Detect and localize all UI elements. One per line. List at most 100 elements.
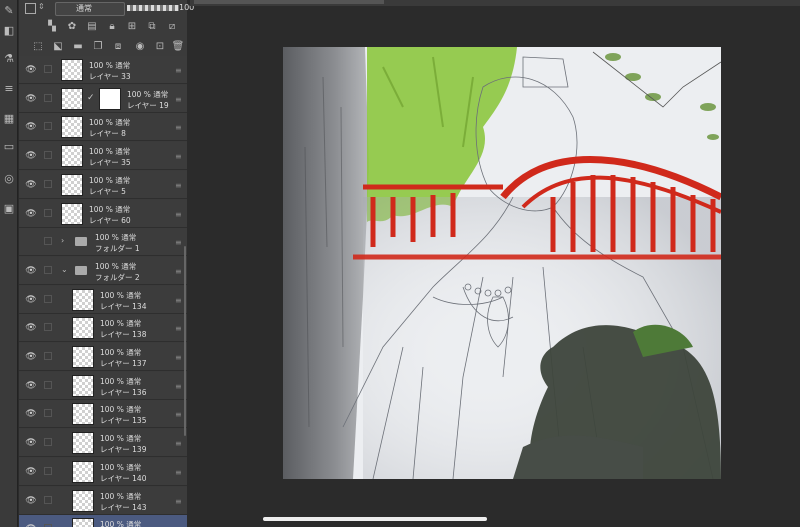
layer-row[interactable]: 👁︎ 100 % 通常 レイヤー 35 ≡ (19, 142, 187, 171)
visibility-eye-icon[interactable]: 👁︎ (25, 180, 37, 190)
new-vector-layer-icon[interactable]: ⬕ (51, 40, 65, 54)
document-tab[interactable] (194, 0, 384, 4)
visibility-eye-icon[interactable]: 👁︎ (25, 467, 37, 477)
material-icon[interactable]: ▣ (2, 202, 16, 216)
grid-tool-icon[interactable]: ▦ (2, 112, 16, 126)
visibility-eye-icon[interactable]: 👁︎ (25, 352, 37, 362)
chevron-updown-icon[interactable]: ⇕ (38, 2, 45, 11)
layer-row[interactable]: 👁︎ 100 % 通常 レイヤー 139 ≡ (19, 429, 187, 458)
layer-row[interactable]: 👁︎ 100 % 通常 レイヤー 5 ≡ (19, 170, 187, 199)
mask-enable-icon[interactable]: ⧉ (145, 20, 159, 34)
visibility-eye-icon[interactable]: 👁︎ (25, 496, 37, 506)
layer-row[interactable]: 👁︎100 % 通常レイヤー 152≡ (19, 515, 187, 527)
layer-row[interactable]: 👁︎ 100 % 通常 レイヤー 136 ≡ (19, 371, 187, 400)
layer-select-checkbox[interactable] (44, 93, 52, 102)
chevron-right-icon[interactable]: › (61, 236, 64, 245)
layer-row[interactable]: 👁︎ 100 % 通常 レイヤー 8 ≡ (19, 113, 187, 142)
layer-list-scrollbar[interactable] (184, 246, 186, 436)
layer-select-checkbox[interactable] (44, 294, 52, 303)
layer-color-square-icon[interactable] (25, 3, 36, 14)
layer-select-checkbox[interactable] (44, 438, 52, 447)
visibility-eye-icon[interactable] (25, 237, 37, 247)
layer-select-checkbox[interactable] (44, 179, 52, 188)
visibility-eye-icon[interactable]: 👁︎ (25, 151, 37, 161)
drag-handle-icon[interactable]: ≡ (175, 353, 182, 362)
layer-select-checkbox[interactable] (44, 323, 52, 332)
layer-select-checkbox[interactable] (44, 265, 52, 274)
layers-tool-icon[interactable]: ≡ (2, 82, 16, 96)
opacity-slider[interactable] (127, 5, 179, 11)
layer-folder-row[interactable]: 👁︎ ⌄ 100 % 通常 フォルダー 2 ≡ (19, 256, 187, 285)
chevron-down-icon[interactable]: ⌄ (61, 265, 68, 274)
drag-handle-icon[interactable]: ≡ (175, 410, 182, 419)
visibility-eye-icon[interactable]: 👁︎ (25, 65, 37, 75)
layer-row[interactable]: 👁︎ 100 % 通常 レイヤー 143 ≡ (19, 486, 187, 515)
new-raster-layer-icon[interactable]: ⬚ (31, 40, 45, 54)
visibility-eye-icon[interactable]: 👁︎ (25, 266, 37, 276)
ruler-enable-icon[interactable]: ⧄ (165, 20, 179, 34)
navigator-icon[interactable]: ▭ (2, 140, 16, 154)
drag-handle-icon[interactable]: ≡ (175, 468, 182, 477)
visibility-eye-icon[interactable]: 👁︎ (25, 122, 37, 132)
drag-handle-icon[interactable]: ≡ (175, 181, 182, 190)
color-wheel-icon[interactable]: ◎ (2, 172, 16, 186)
clip-lower-icon[interactable]: ▚ (45, 20, 59, 34)
new-folder-icon[interactable]: ▬ (71, 40, 85, 54)
home-indicator[interactable] (263, 517, 487, 521)
layer-select-checkbox[interactable] (44, 122, 52, 131)
drag-handle-icon[interactable]: ≡ (175, 123, 182, 132)
reference-layer-icon[interactable]: ✿ (65, 20, 79, 34)
apply-mask-icon[interactable]: ⊡ (153, 40, 167, 54)
layer-select-checkbox[interactable] (44, 466, 52, 475)
layer-row[interactable]: 👁︎ 100 % 通常 レイヤー 134 ≡ (19, 285, 187, 314)
layer-name: レイヤー 135 (100, 416, 147, 426)
layer-select-checkbox[interactable] (44, 151, 52, 160)
drag-handle-icon[interactable]: ≡ (175, 296, 182, 305)
layer-select-checkbox[interactable] (44, 352, 52, 360)
lock-icon[interactable]: 🔒︎ (105, 20, 119, 34)
drag-handle-icon[interactable]: ≡ (175, 439, 182, 448)
delete-layer-icon[interactable]: 🗑︎ (171, 40, 185, 54)
visibility-eye-icon[interactable]: 👁︎ (25, 94, 37, 104)
eraser-tool-icon[interactable]: ◧ (2, 24, 16, 38)
alpha-lock-icon[interactable]: ⊞ (125, 20, 139, 34)
drag-handle-icon[interactable]: ≡ (175, 210, 182, 219)
copy-layer-icon[interactable]: ❐ (91, 40, 105, 54)
visibility-eye-icon[interactable]: 👁︎ (25, 381, 37, 391)
visibility-eye-icon[interactable]: 👁︎ (25, 409, 37, 419)
drag-handle-icon[interactable]: ≡ (175, 267, 182, 276)
layer-select-checkbox[interactable] (44, 409, 52, 418)
fill-tool-icon[interactable]: ⚗ (2, 52, 16, 66)
visibility-eye-icon[interactable]: 👁︎ (25, 438, 37, 448)
visibility-eye-icon[interactable]: 👁︎ (25, 323, 37, 333)
drag-handle-icon[interactable]: ≡ (175, 324, 182, 333)
drag-handle-icon[interactable]: ≡ (175, 66, 182, 75)
layer-select-checkbox[interactable] (44, 380, 52, 389)
blend-mode-select[interactable]: 通常 (55, 2, 125, 16)
drag-handle-icon[interactable]: ≡ (175, 382, 182, 391)
drag-handle-icon[interactable]: ≡ (175, 95, 182, 104)
drag-handle-icon[interactable]: ≡ (175, 238, 182, 247)
layer-row[interactable]: 👁︎ 100 % 通常 レイヤー 138 ≡ (19, 314, 187, 343)
layer-row[interactable]: 👁︎ 100 % 通常 レイヤー 60 ≡ (19, 199, 187, 228)
drag-handle-icon[interactable]: ≡ (175, 152, 182, 161)
layer-thumbnail (72, 403, 94, 426)
layer-select-checkbox[interactable] (44, 65, 52, 73)
brush-tool-icon[interactable]: ✎ (2, 4, 16, 18)
merge-down-icon[interactable]: ⧈ (111, 40, 125, 54)
drag-handle-icon[interactable]: ≡ (175, 497, 182, 506)
visibility-eye-icon[interactable]: 👁︎ (25, 209, 37, 219)
layer-row[interactable]: 👁︎ 100 % 通常 レイヤー 140 ≡ (19, 457, 187, 486)
draft-layer-icon[interactable]: ▤ (85, 20, 99, 34)
create-mask-icon[interactable]: ◉ (133, 40, 147, 54)
visibility-eye-icon[interactable]: 👁︎ (25, 295, 37, 305)
layer-row[interactable]: 👁︎ 100 % 通常 レイヤー 137 ≡ (19, 343, 187, 371)
layer-row[interactable]: 👁︎ ✓ 100 % 通常 レイヤー 19 ≡ (19, 84, 187, 113)
layer-select-checkbox[interactable] (44, 495, 52, 504)
layer-folder-row[interactable]: › 100 % 通常 フォルダー 1 ≡ (19, 228, 187, 257)
layer-row[interactable]: 👁︎ 100 % 通常 レイヤー 33 ≡ (19, 56, 187, 84)
drawing-canvas[interactable] (283, 47, 721, 479)
layer-row[interactable]: 👁︎ 100 % 通常 レイヤー 135 ≡ (19, 400, 187, 429)
layer-select-checkbox[interactable] (44, 237, 52, 246)
layer-select-checkbox[interactable] (44, 208, 52, 217)
